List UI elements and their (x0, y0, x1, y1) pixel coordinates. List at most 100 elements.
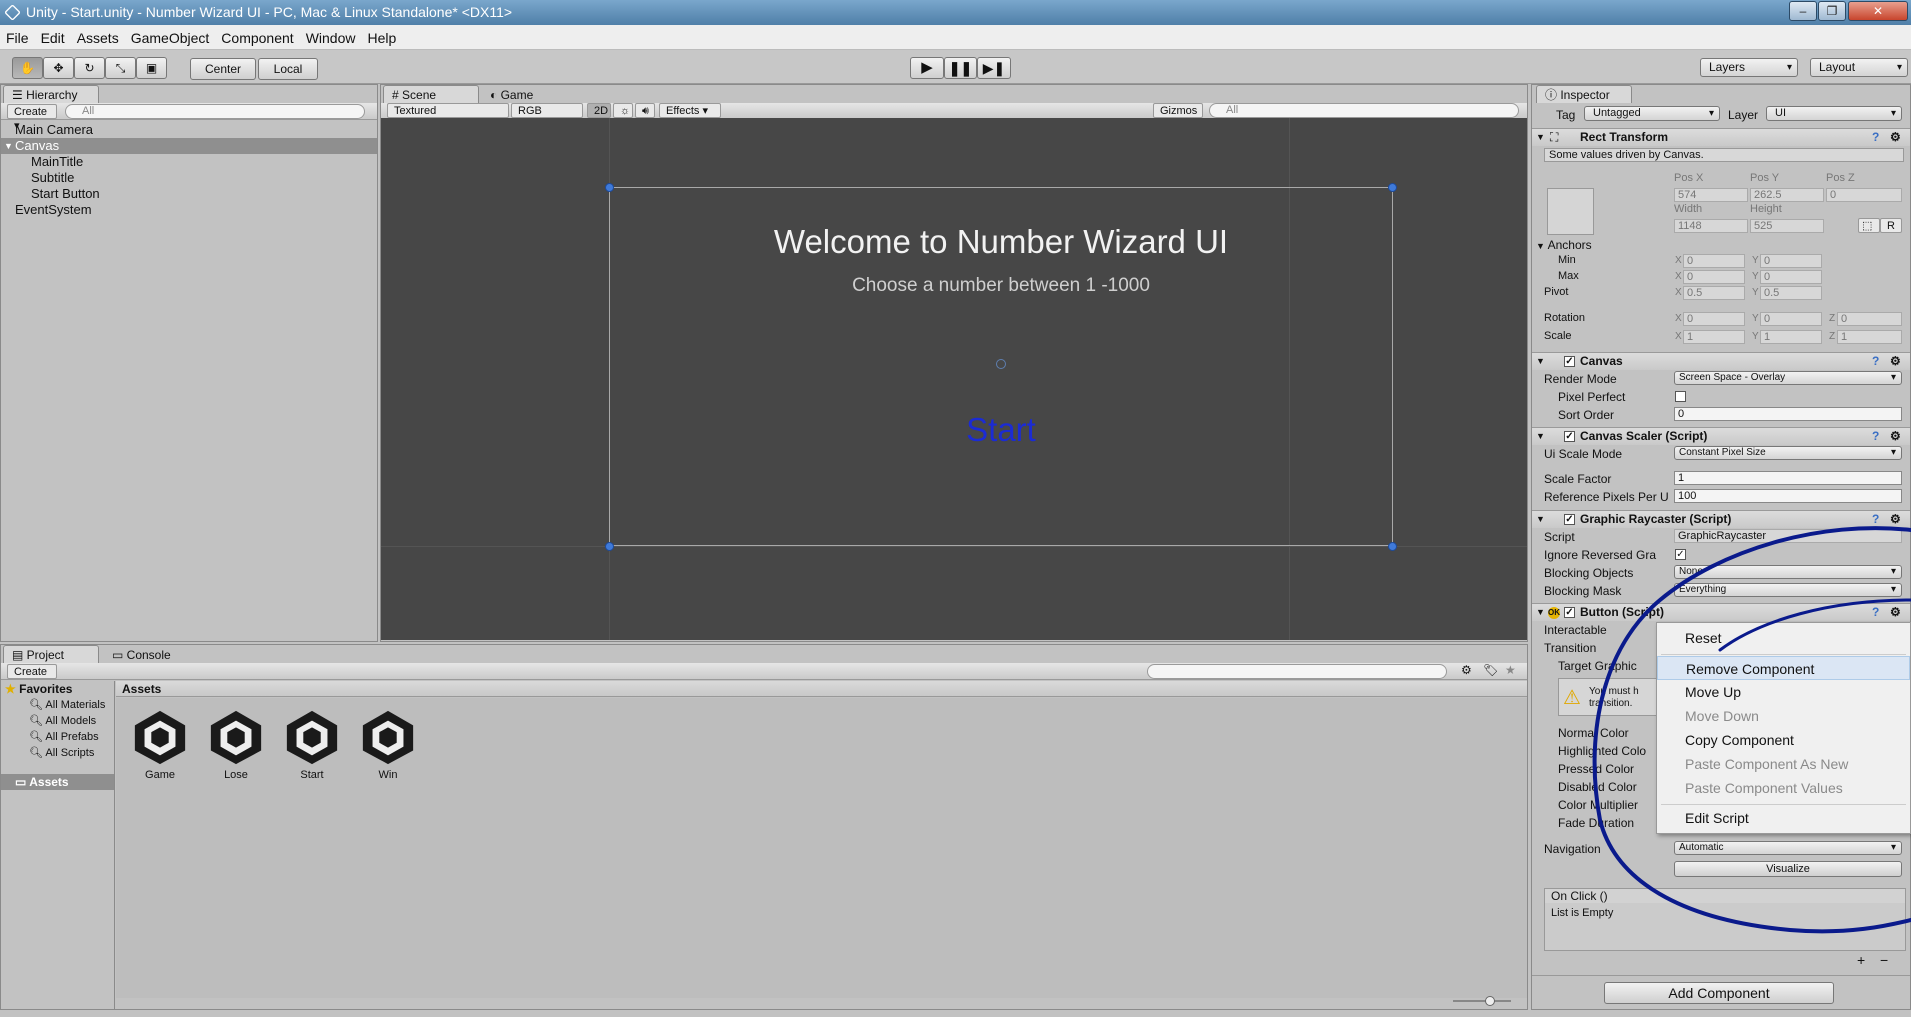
raw-edit-button[interactable]: R (1880, 218, 1902, 233)
script-field[interactable]: GraphicRaycaster (1674, 529, 1902, 543)
pivot-y[interactable]: 0.5 (1760, 286, 1822, 300)
favorites-header[interactable]: ★ Favorites (5, 682, 72, 696)
hierarchy-item[interactable]: MainTitle (31, 154, 83, 170)
anchor-min-x[interactable]: 0 (1683, 254, 1745, 268)
menu-assets[interactable]: Assets (71, 25, 125, 51)
minimize-button[interactable]: – (1789, 1, 1817, 21)
hand-tool-icon[interactable]: ✋ (12, 57, 43, 79)
rotation-y[interactable]: 0 (1760, 312, 1822, 326)
posy-field[interactable]: 262.5 (1750, 188, 1824, 202)
favorite-item[interactable]: 🔍︎ All Materials (29, 698, 105, 711)
menu-item-paste-component-values[interactable]: Paste Component Values (1657, 776, 1910, 800)
pivot-local-toggle[interactable]: Local (258, 58, 318, 80)
gear-icon[interactable]: ⚙ (1890, 353, 1901, 370)
sort-order-field[interactable]: 0 (1674, 407, 1902, 421)
menu-window[interactable]: Window (300, 25, 362, 51)
favorite-star-icon[interactable]: ★ (1505, 663, 1516, 677)
zoom-slider[interactable] (1453, 1000, 1511, 1002)
assets-folder-selected[interactable]: ▭ Assets (1, 774, 114, 790)
audio-toggle-icon[interactable]: 🔊︎ (635, 103, 655, 118)
rect-tool-icon[interactable]: ▣ (136, 57, 167, 79)
posz-field[interactable]: 0 (1826, 188, 1902, 202)
asset-item-game[interactable]: Game (130, 708, 190, 781)
scene-subtitle[interactable]: Choose a number between 1 -1000 (609, 275, 1393, 297)
hierarchy-item[interactable]: EventSystem (15, 202, 92, 218)
play-button[interactable]: ▶ (910, 57, 944, 79)
expand-arrow-icon[interactable]: ▼ (1536, 129, 1545, 146)
help-icon[interactable]: ? (1872, 428, 1879, 445)
blocking-objects-dropdown[interactable]: None (1674, 565, 1902, 579)
favorite-item[interactable]: 🔍︎ All Models (29, 714, 96, 727)
scale-y[interactable]: 1 (1760, 330, 1822, 344)
menu-item-remove-component[interactable]: Remove Component (1657, 656, 1910, 680)
menu-file[interactable]: File (0, 25, 35, 51)
add-component-button[interactable]: Add Component (1604, 982, 1834, 1004)
gear-icon[interactable]: ⚙ (1890, 511, 1901, 528)
tag-dropdown[interactable]: Untagged (1584, 106, 1720, 121)
menu-item-move-down[interactable]: Move Down (1657, 704, 1910, 728)
filter-label-icon[interactable]: 🏷︎ (1483, 663, 1498, 677)
hierarchy-item[interactable]: Main Camera (15, 122, 93, 138)
visualize-button[interactable]: Visualize (1674, 861, 1902, 877)
hierarchy-item[interactable]: Subtitle (31, 170, 74, 186)
step-button[interactable]: ▶❚ (977, 57, 1011, 79)
project-search-input[interactable] (1147, 664, 1447, 679)
gear-icon[interactable]: ⚙ (1890, 604, 1901, 621)
ui-scale-mode-dropdown[interactable]: Constant Pixel Size (1674, 446, 1902, 460)
help-icon[interactable]: ? (1872, 604, 1879, 621)
scale-tool-icon[interactable]: ⤡ (105, 57, 136, 79)
layout-dropdown[interactable]: Layout (1810, 58, 1908, 77)
pivot-x[interactable]: 0.5 (1683, 286, 1745, 300)
rect-transform-header[interactable]: ▼ ⛶ Rect Transform? ⚙ (1532, 128, 1910, 146)
reference-pixels-field[interactable]: 100 (1674, 489, 1902, 503)
tab-project[interactable]: ▤ Project (3, 645, 99, 663)
rect-handle[interactable] (1388, 183, 1397, 192)
add-listener-button[interactable]: + (1857, 952, 1865, 968)
filter-type-icon[interactable]: ⚙ (1461, 663, 1472, 677)
anchors-foldout[interactable]: ▼ Anchors (1536, 238, 1592, 252)
expand-arrow-icon[interactable]: ▼ (4, 138, 13, 154)
rect-handle[interactable] (605, 542, 614, 551)
tab-hierarchy[interactable]: ☰ Hierarchy (3, 85, 99, 103)
zoom-slider-thumb[interactable] (1485, 996, 1495, 1006)
gear-icon[interactable]: ⚙ (1890, 428, 1901, 445)
canvas-component-header[interactable]: ▼ ✓ Canvas? ⚙ (1532, 352, 1910, 370)
tab-scene[interactable]: # Scene (383, 85, 479, 103)
scene-search-input[interactable]: All (1209, 103, 1519, 118)
blocking-mask-dropdown[interactable]: Everything (1674, 583, 1902, 597)
layers-dropdown[interactable]: Layers (1700, 58, 1798, 77)
graphic-raycaster-header[interactable]: ▼ ✓ Graphic Raycaster (Script)? ⚙ (1532, 510, 1910, 528)
expand-arrow-icon[interactable]: ▼ (1536, 428, 1545, 445)
button-component-header[interactable]: ▼ OK ✓ Button (Script)? ⚙ (1532, 603, 1910, 621)
rect-handle[interactable] (605, 183, 614, 192)
hierarchy-item-selected[interactable]: ▼ Canvas (1, 138, 377, 154)
maximize-button[interactable]: ❐ (1818, 1, 1846, 21)
move-tool-icon[interactable]: ✥ (43, 57, 74, 79)
anchor-max-y[interactable]: 0 (1760, 270, 1822, 284)
effects-dropdown[interactable]: Effects ▾ (659, 103, 721, 118)
hierarchy-create-button[interactable]: Create ▾ (7, 104, 57, 132)
scale-x[interactable]: 1 (1683, 330, 1745, 344)
hierarchy-item[interactable]: Start Button (31, 186, 100, 202)
anchor-min-y[interactable]: 0 (1760, 254, 1822, 268)
expand-arrow-icon[interactable]: ▼ (1536, 353, 1545, 370)
assets-breadcrumb[interactable]: Assets (116, 681, 1527, 697)
lighting-toggle-icon[interactable]: ☼ (613, 103, 633, 118)
scale-z[interactable]: 1 (1837, 330, 1902, 344)
rgb-dropdown[interactable]: RGB (511, 103, 583, 118)
anchor-presets-box[interactable] (1547, 188, 1594, 235)
help-icon[interactable]: ? (1872, 129, 1879, 146)
scene-start-button[interactable]: Start (609, 411, 1393, 449)
gear-icon[interactable]: ⚙ (1890, 129, 1901, 146)
project-create-button[interactable]: Create ▾ (7, 664, 57, 692)
pause-button[interactable]: ❚❚ (944, 57, 977, 79)
favorite-item[interactable]: 🔍︎ All Scripts (29, 746, 94, 759)
menu-item-reset[interactable]: Reset (1657, 626, 1910, 650)
2d-toggle[interactable]: 2D (587, 103, 611, 118)
menu-item-edit-script[interactable]: Edit Script (1657, 806, 1910, 830)
remove-listener-button[interactable]: − (1880, 952, 1888, 968)
asset-item-win[interactable]: Win (358, 708, 418, 781)
asset-item-lose[interactable]: Lose (206, 708, 266, 781)
height-field[interactable]: 525 (1750, 219, 1824, 233)
scene-view[interactable]: Welcome to Number Wizard UI Choose a num… (381, 118, 1527, 640)
